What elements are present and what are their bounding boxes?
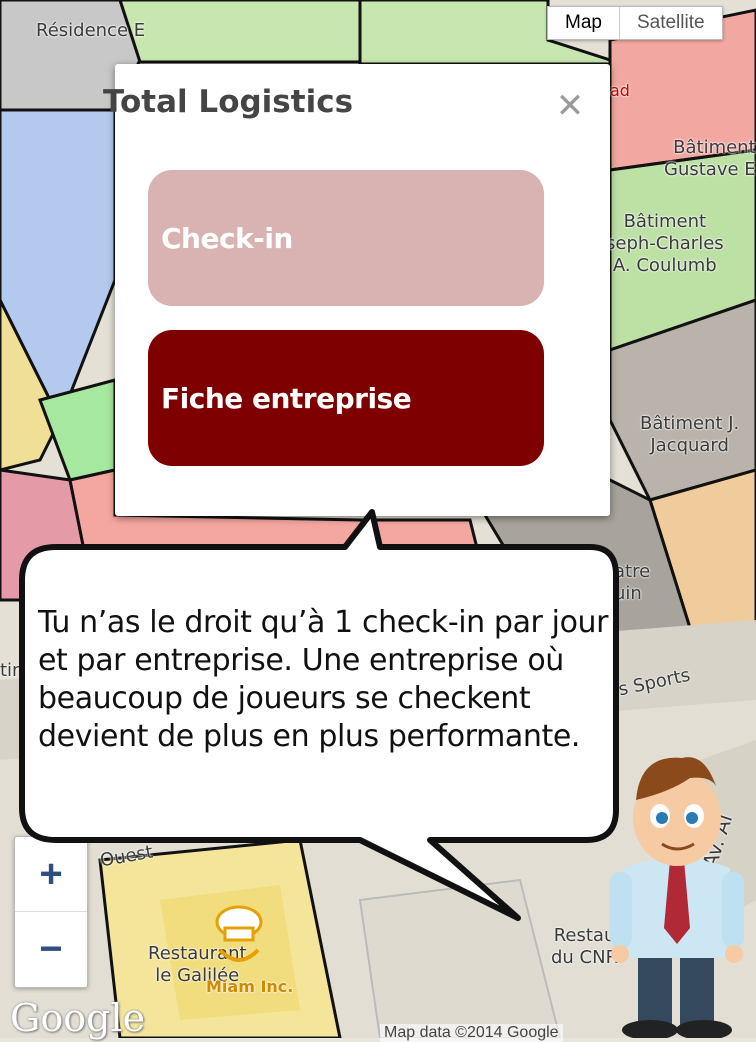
map-label-residence: Résidence E — [36, 20, 146, 41]
map-attribution[interactable]: Map data ©2014 Google — [380, 1024, 563, 1042]
map-label-gustave: Bâtiment Gustave E — [664, 137, 756, 180]
map-label-miam: Miam Inc. — [206, 977, 294, 996]
map-label-ad: ad — [610, 81, 630, 100]
popup-title: Total Logistics — [102, 84, 354, 120]
map-type-satellite-button[interactable]: Satellite — [619, 7, 722, 39]
map-type-map-button[interactable]: Map — [548, 7, 620, 39]
fiche-entreprise-button[interactable]: Fiche entreprise — [148, 330, 544, 466]
speech-bubble-text: Tu n’as le droit qu’à 1 check-in par jou… — [38, 605, 609, 754]
close-icon[interactable]: ✕ — [552, 86, 588, 126]
map-label-jacquard: Bâtiment J. Jacquard — [640, 413, 740, 456]
map-type-control: Map Satellite — [547, 6, 723, 40]
google-logo: Google — [10, 996, 146, 1040]
businessman-avatar — [610, 757, 744, 1038]
checkin-button[interactable]: Check-in — [148, 170, 544, 306]
map-label-coulumb: Bâtiment seph-Charles A. Coulumb — [606, 211, 724, 276]
